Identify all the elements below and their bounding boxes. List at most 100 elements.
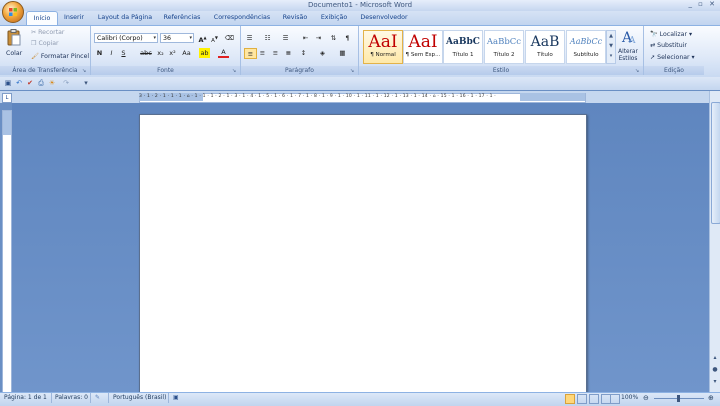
scroll-nav-icons[interactable]: ▴ ● ▾ [711, 352, 719, 388]
scrollbar-thumb[interactable] [711, 102, 720, 224]
page-count[interactable]: Página: 1 de 1 [4, 394, 47, 401]
tab-correspondencias[interactable]: Correspondências [211, 11, 273, 24]
borders-icon[interactable]: ▦ [337, 48, 348, 58]
multilevel-list-icon[interactable]: ☰ [280, 33, 291, 43]
save-icon[interactable]: ▣ [4, 79, 12, 87]
tab-inicio[interactable]: Início [26, 11, 58, 25]
tab-revisao[interactable]: Revisão [280, 11, 310, 24]
style-title[interactable]: AaB Título [525, 30, 565, 64]
redo-icon[interactable]: ↷ [62, 79, 70, 87]
select-button[interactable]: ➚ Selecionar ▾ [650, 54, 695, 61]
undo-icon[interactable]: ↶ [15, 79, 23, 87]
window-controls[interactable]: _ ▫ ✕ [688, 0, 717, 8]
replace-button[interactable]: ⇄ Substituir [650, 42, 687, 49]
document-page[interactable] [139, 114, 587, 396]
clear-format-icon[interactable]: ⌫ [224, 33, 235, 43]
style-no-spacing[interactable]: AaI ¶ Sem Esp... [403, 30, 443, 64]
style-subtitle[interactable]: AaBbCc Subtítulo [566, 30, 606, 64]
launcher-icon[interactable]: ↘ [232, 68, 238, 74]
vertical-ruler[interactable] [2, 110, 12, 394]
print-preview-icon[interactable]: ⎙ [37, 79, 45, 87]
draft-view-icon[interactable] [610, 394, 620, 404]
style-sample: AaI [408, 32, 438, 52]
change-styles-button[interactable]: A A [620, 29, 638, 46]
copy-button[interactable]: ❐ Copiar [31, 40, 59, 47]
full-screen-view-icon[interactable] [577, 394, 587, 404]
align-right-icon[interactable]: ≡ [270, 48, 281, 58]
shading-icon[interactable]: ◈ [317, 48, 328, 58]
print-layout-view-icon[interactable] [565, 394, 575, 404]
customize-toolbar-icon[interactable]: ▾ [82, 79, 90, 87]
launcher-icon[interactable]: ↘ [350, 68, 356, 74]
status-separator [168, 393, 169, 403]
zoom-slider-thumb[interactable] [677, 395, 680, 402]
style-heading-1[interactable]: AaBbC Título 1 [443, 30, 483, 64]
zoom-in-icon[interactable]: ⊕ [708, 394, 714, 402]
status-separator [51, 393, 52, 403]
copy-icon: ❐ [31, 40, 39, 47]
sort-icon[interactable]: ⇅ [328, 33, 339, 43]
tab-exibicao[interactable]: Exibição [318, 11, 350, 24]
strikethrough-button[interactable]: abc [139, 48, 153, 58]
change-styles-label[interactable]: Alterar Estilos [615, 49, 641, 62]
svg-text:A: A [628, 36, 636, 45]
status-separator [108, 393, 109, 403]
style-name: Título 1 [452, 52, 474, 58]
language-indicator[interactable]: Português (Brasil) [113, 394, 166, 401]
word-count[interactable]: Palavras: 0 [55, 394, 88, 401]
launcher-icon[interactable]: ↘ [82, 68, 88, 74]
style-heading-2[interactable]: AaBbCc Título 2 [484, 30, 524, 64]
editing-group-label: Edição [644, 66, 704, 75]
font-color-icon[interactable]: A [218, 48, 229, 58]
zoom-level[interactable]: 100% [621, 394, 638, 401]
numbering-icon[interactable]: ☷ [262, 33, 273, 43]
font-size-input[interactable]: 36 ▾ [160, 33, 194, 43]
paste-button[interactable] [6, 29, 22, 47]
paste-label[interactable]: Colar [6, 50, 22, 57]
bullets-icon[interactable]: ☰ [244, 33, 255, 43]
office-button[interactable] [2, 1, 24, 23]
bold-button[interactable]: N [94, 48, 105, 58]
shrink-font-button[interactable]: A▼ [209, 33, 220, 44]
clipboard-group-label: Área de Transferência [0, 66, 90, 75]
proofing-icon[interactable]: ✎ [95, 394, 100, 401]
ruler-tab-selector[interactable]: L [2, 93, 12, 103]
binoculars-icon: 🔭 [650, 31, 660, 38]
superscript-button[interactable]: x² [167, 48, 178, 58]
align-center-icon[interactable]: ≡ [257, 48, 268, 58]
grow-font-button[interactable]: A▲ [197, 33, 208, 44]
change-styles-icon: A A [621, 30, 636, 46]
decrease-indent-icon[interactable]: ⇤ [300, 33, 311, 43]
justify-icon[interactable]: ≣ [283, 48, 294, 58]
web-layout-view-icon[interactable] [589, 394, 599, 404]
change-case-button[interactable]: Aa [181, 48, 192, 58]
tab-desenvolvedor[interactable]: Desenvolvedor [358, 11, 410, 24]
check-icon[interactable]: ✔ [26, 79, 34, 87]
tab-referencias[interactable]: Referências [160, 11, 204, 24]
pilcrow-icon[interactable]: ¶ [342, 33, 353, 43]
zoom-out-icon[interactable]: ⊖ [643, 394, 649, 402]
find-button[interactable]: 🔭 Localizar ▾ [650, 30, 692, 38]
highlight-icon[interactable]: ab [199, 48, 210, 58]
style-sample: AaBbC [446, 37, 480, 47]
underline-button[interactable]: S [118, 48, 129, 58]
open-icon[interactable]: ☀ [48, 79, 56, 87]
font-name-input[interactable]: Calibri (Corpo) ▾ [94, 33, 158, 43]
style-name: Título 2 [493, 52, 515, 58]
style-normal[interactable]: AaI ¶ Normal [363, 30, 403, 64]
subscript-button[interactable]: x₂ [155, 48, 166, 58]
tab-inserir[interactable]: Inserir [60, 11, 88, 24]
cut-button[interactable]: ✂ Recortar [31, 29, 64, 36]
styles-group-label: Estilo [359, 66, 643, 75]
italic-button[interactable]: I [106, 48, 117, 58]
style-sample: AaBbCc [569, 37, 603, 46]
increase-indent-icon[interactable]: ⇥ [313, 33, 324, 43]
chevron-down-icon: ▾ [153, 35, 156, 41]
tab-layout[interactable]: Layout da Página [95, 11, 155, 24]
macro-record-icon[interactable]: ▣ [173, 394, 179, 401]
style-sample: AaB [530, 34, 560, 50]
launcher-icon[interactable]: ↘ [635, 68, 641, 74]
format-painter-button[interactable]: 🖌 Formatar Pincel [31, 52, 89, 60]
align-left-icon[interactable]: ≡ [244, 48, 257, 59]
line-spacing-icon[interactable]: ↕ [298, 48, 309, 58]
